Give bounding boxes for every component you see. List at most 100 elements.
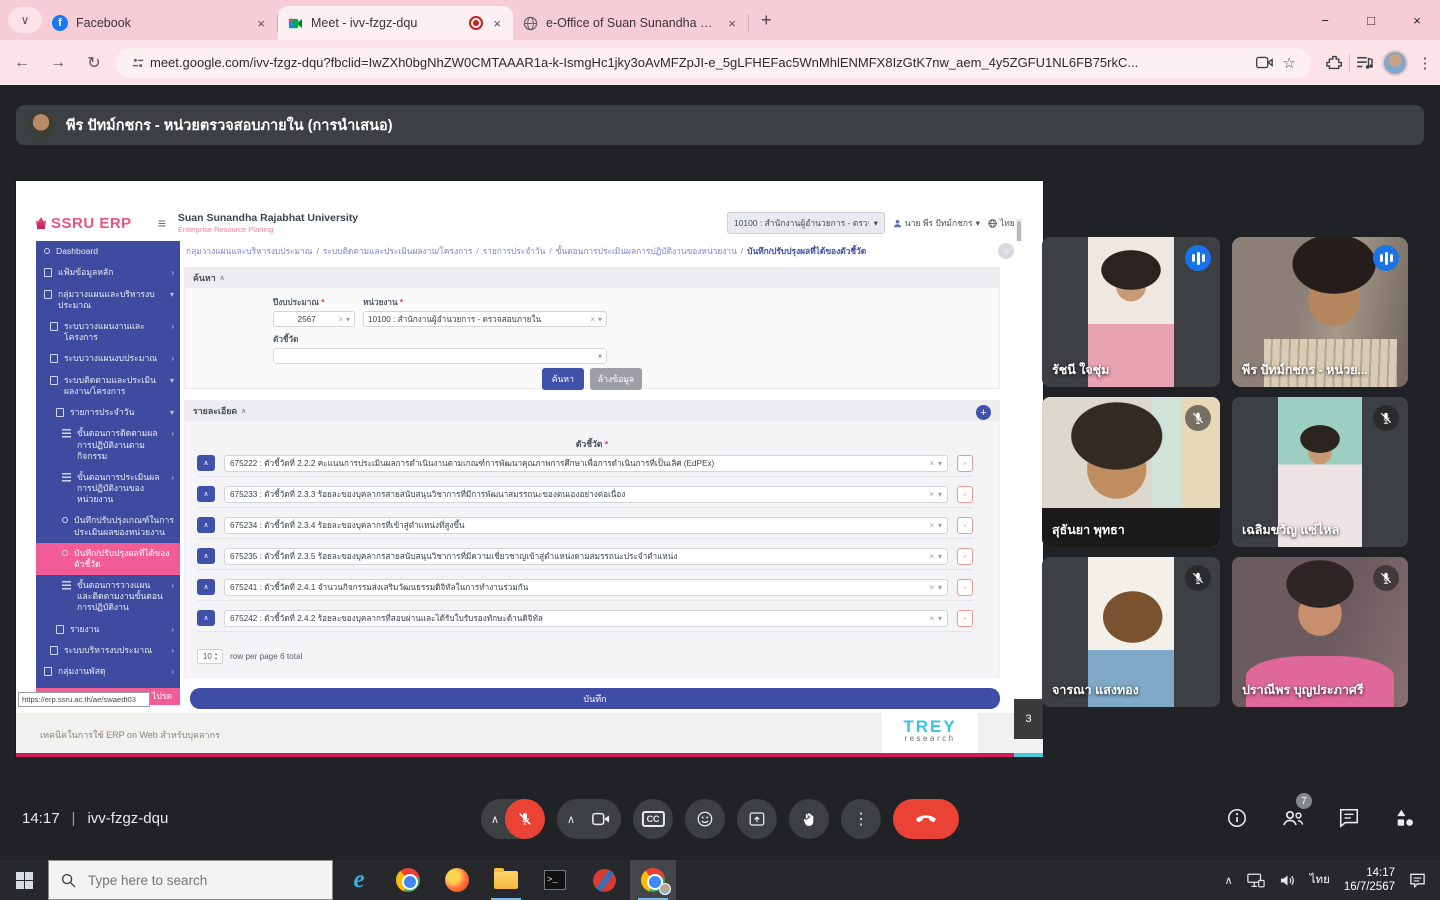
present-button[interactable] (737, 799, 777, 839)
sidebar-item-criteria-update[interactable]: บันทึกปรับปรุงเกณฑ์ในการประเมินผลของหน่ว… (36, 510, 180, 542)
new-tab-button[interactable]: + (761, 10, 772, 31)
kpi-filter-select[interactable]: ▾ (273, 348, 607, 364)
clear-icon[interactable]: × (929, 583, 934, 592)
participant-tile[interactable]: สุธันยา พุทธา (1042, 397, 1220, 547)
camera-button[interactable] (581, 799, 621, 839)
participant-tile[interactable]: เฉลิมขวัญ แซ่ไหล (1232, 397, 1408, 547)
breadcrumb-item[interactable]: รายการประจำวัน (483, 244, 546, 258)
taskbar-app-chrome-active[interactable] (630, 860, 676, 900)
clear-icon[interactable]: × (929, 614, 934, 623)
close-icon[interactable]: × (491, 16, 503, 31)
unit-select[interactable]: 10100 : สำนักงานผู้อำนวยการ - ตรวจสอบภาย… (363, 311, 607, 327)
search-input[interactable] (86, 872, 296, 889)
tab-meet[interactable]: Meet - ivv-fzgz-dqu × (278, 6, 513, 40)
details-panel-header[interactable]: รายละเอียด∧ (185, 401, 999, 421)
delete-row-button[interactable] (957, 486, 973, 503)
close-window-button[interactable]: × (1394, 0, 1440, 40)
hamburger-icon[interactable]: ≡ (158, 215, 166, 231)
tab-facebook[interactable]: f Facebook × (42, 6, 277, 40)
sidebar-item-procurement[interactable]: กลุ่มงานพัสดุ› (36, 661, 180, 682)
bookmark-star-icon[interactable]: ☆ (1283, 54, 1296, 72)
activities-button[interactable] (1392, 805, 1418, 831)
clear-icon[interactable]: × (929, 459, 934, 468)
save-button[interactable]: บันทึก (190, 688, 1000, 709)
close-icon[interactable]: × (255, 16, 267, 31)
sidebar-item-work-planning[interactable]: ขั้นตอนการวางแผนและติดตามงานขั้นตอนการปฏ… (36, 575, 180, 619)
meeting-details-button[interactable] (1224, 805, 1250, 831)
network-icon[interactable] (1247, 873, 1265, 888)
add-row-button[interactable]: + (976, 405, 991, 420)
hidden-icons-chevron[interactable]: ∧ (1225, 874, 1233, 887)
clear-icon[interactable]: × (929, 552, 934, 561)
chat-button[interactable] (1336, 805, 1362, 831)
row-collapse-button[interactable]: ∧ (197, 486, 215, 502)
sidebar-item-reports[interactable]: รายงาน› (36, 619, 180, 640)
sidebar-item-planning-group[interactable]: กลุ่มวางแผนและบริหารงบประมาณ▾ (36, 284, 180, 316)
clear-button[interactable]: ล้างข้อมูล (590, 368, 642, 390)
forward-button[interactable]: → (44, 49, 72, 77)
participants-button[interactable]: 7 (1280, 805, 1306, 831)
tab-search-button[interactable]: ∨ (8, 7, 42, 33)
sidebar-item-activity-tracking[interactable]: ขั้นตอนการติดตามผลการปฏิบัติงานตามกิจกรร… (36, 423, 180, 467)
fiscal-year-select[interactable]: 2567×▾ (273, 311, 355, 327)
clear-icon[interactable]: × (338, 315, 343, 324)
favorite-star-button[interactable]: ☆ (998, 243, 1014, 259)
row-collapse-button[interactable]: ∧ (197, 517, 215, 533)
address-bar[interactable]: meet.google.com/ivv-fzgz-dqu?fbclid=IwZX… (116, 48, 1311, 78)
row-collapse-button[interactable]: ∧ (197, 610, 215, 626)
volume-icon[interactable] (1279, 873, 1296, 888)
sidebar-item-budget-admin[interactable]: ระบบบริหารงบประมาณ› (36, 640, 180, 661)
kpi-select[interactable]: 675241 : ตัวชี้วัดที่ 2.4.1 จำนวนกิจกรรม… (224, 579, 948, 596)
taskbar-clock[interactable]: 14:17 16/7/2567 (1344, 866, 1395, 895)
reload-button[interactable]: ↻ (80, 49, 108, 77)
captions-button[interactable]: CC (633, 799, 673, 839)
sidebar-item-kpi-results[interactable]: บันทึก/ปรับปรุงผลที่ได้ของตัวชี้วัด (36, 543, 180, 575)
taskbar-app-explorer[interactable] (483, 860, 529, 900)
minimize-button[interactable]: − (1302, 0, 1348, 40)
kpi-select[interactable]: 675235 : ตัวชี้วัดที่ 2.3.5 ร้อยละของบุค… (224, 548, 948, 565)
row-collapse-button[interactable]: ∧ (197, 455, 215, 471)
taskbar-app-firefox[interactable] (434, 860, 480, 900)
sidebar-item-monitoring-system[interactable]: ระบบติดตามและประเมินผลงาน/โครงการ▾ (36, 370, 180, 402)
clear-icon[interactable]: × (929, 521, 934, 530)
delete-row-button[interactable] (957, 610, 973, 627)
profile-avatar[interactable] (1380, 48, 1410, 78)
camera-allowed-icon[interactable] (1256, 56, 1273, 69)
language-indicator[interactable]: ไทย (1310, 871, 1330, 889)
raise-hand-button[interactable] (789, 799, 829, 839)
participant-tile[interactable]: รัชนี ใจชุ่ม (1042, 237, 1220, 387)
row-collapse-button[interactable]: ∧ (197, 579, 215, 595)
kpi-select[interactable]: 675222 : ตัวชี้วัดที่ 2.2.2 คะแนนการประเ… (224, 455, 948, 472)
site-info-icon[interactable] (131, 56, 145, 70)
user-menu[interactable]: นาย พีร ปัทม์กชกร▾ (893, 216, 980, 230)
clear-icon[interactable]: × (590, 315, 595, 324)
mic-mute-button[interactable] (505, 799, 545, 839)
delete-row-button[interactable] (957, 455, 973, 472)
taskbar-app-ie[interactable]: e (336, 860, 382, 900)
breadcrumb-item[interactable]: ระบบติดตามและประเมินผลงาน/โครงการ (323, 244, 472, 258)
mic-options-chevron[interactable]: ∧ (481, 813, 505, 826)
more-options-button[interactable]: ⋮ (841, 799, 881, 839)
kpi-select[interactable]: 675233 : ตัวชี้วัดที่ 2.3.3 ร้อยละของบุค… (224, 486, 948, 503)
breadcrumb-item[interactable]: ขั้นตอนการประเมินผลการปฏิบัติงานของหน่วย… (556, 244, 737, 258)
sidebar-item-project-planning[interactable]: ระบบวางแผนงานและโครงการ› (36, 316, 180, 348)
sidebar-item-dashboard[interactable]: Dashboard (36, 241, 180, 262)
taskbar-search[interactable] (48, 860, 333, 900)
kpi-select[interactable]: 675234 : ตัวชี้วัดที่ 2.3.4 ร้อยละของบุค… (224, 517, 948, 534)
row-collapse-button[interactable]: ∧ (197, 548, 215, 564)
participant-tile[interactable]: จารณา แสงทอง (1042, 557, 1220, 707)
search-panel-header[interactable]: ค้นหา∧ (185, 268, 999, 288)
search-button[interactable]: ค้นหา (542, 368, 584, 390)
kpi-select[interactable]: 675242 : ตัวชี้วัดที่ 2.4.2 ร้อยละของบุค… (224, 610, 948, 627)
browser-menu-icon[interactable]: ⋮ (1410, 48, 1440, 78)
sidebar-item-daily-tasks[interactable]: รายการประจำวัน▾ (36, 402, 180, 423)
taskbar-app-ccleaner[interactable] (581, 860, 627, 900)
close-icon[interactable]: × (726, 16, 738, 31)
maximize-button[interactable]: □ (1348, 0, 1394, 40)
taskbar-app-chrome[interactable] (385, 860, 431, 900)
sidebar-item-budget-planning[interactable]: ระบบวางแผนงบประมาณ› (36, 348, 180, 369)
tab-eoffice[interactable]: e-Office of Suan Sunandha Raja × (513, 6, 748, 40)
url-text[interactable]: meet.google.com/ivv-fzgz-dqu?fbclid=IwZX… (150, 55, 1251, 70)
delete-row-button[interactable] (957, 548, 973, 565)
camera-options-chevron[interactable]: ∧ (557, 813, 581, 826)
